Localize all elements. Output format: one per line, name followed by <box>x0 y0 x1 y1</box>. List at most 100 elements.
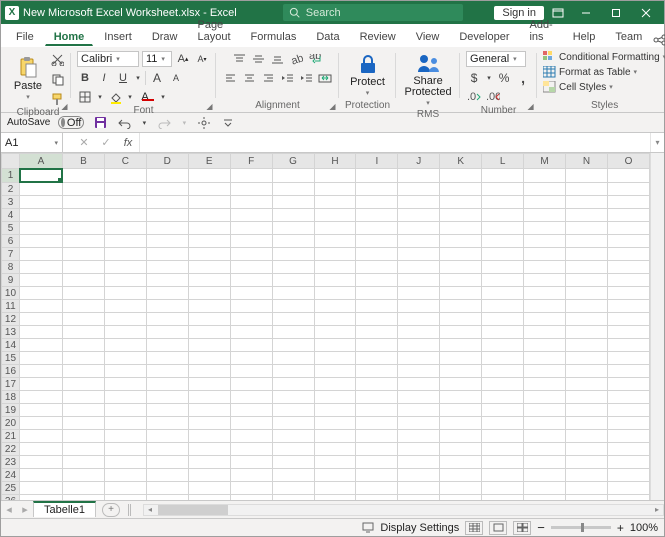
touch-mode-button[interactable] <box>196 115 212 131</box>
cell[interactable] <box>482 469 524 482</box>
cell[interactable] <box>19 430 62 443</box>
cell[interactable] <box>62 169 104 183</box>
cell[interactable] <box>440 313 482 326</box>
align-bottom-button[interactable] <box>270 51 286 67</box>
cell[interactable] <box>398 326 440 339</box>
cell[interactable] <box>566 209 608 222</box>
cell[interactable] <box>188 222 230 235</box>
cell[interactable] <box>19 274 62 287</box>
cell[interactable] <box>104 352 146 365</box>
cell[interactable] <box>524 326 566 339</box>
align-right-button[interactable] <box>260 70 276 86</box>
cell[interactable] <box>566 339 608 352</box>
tab-team[interactable]: Team <box>606 26 651 46</box>
cell[interactable] <box>314 365 356 378</box>
cell[interactable] <box>314 339 356 352</box>
increase-indent-button[interactable] <box>298 70 314 86</box>
cell[interactable] <box>607 196 649 209</box>
cell[interactable] <box>566 430 608 443</box>
cell[interactable] <box>607 274 649 287</box>
cell[interactable] <box>398 352 440 365</box>
cell[interactable] <box>314 456 356 469</box>
cell[interactable] <box>440 391 482 404</box>
cell[interactable] <box>62 430 104 443</box>
cell[interactable] <box>62 261 104 274</box>
cell[interactable] <box>566 378 608 391</box>
cell[interactable] <box>104 274 146 287</box>
row-header[interactable]: 14 <box>2 339 20 352</box>
cell[interactable] <box>62 443 104 456</box>
cell[interactable] <box>607 248 649 261</box>
cell[interactable] <box>398 209 440 222</box>
cell[interactable] <box>440 300 482 313</box>
cell[interactable] <box>566 365 608 378</box>
row-header[interactable]: 26 <box>2 495 20 501</box>
row-header[interactable]: 11 <box>2 300 20 313</box>
cell[interactable] <box>314 378 356 391</box>
cell[interactable] <box>188 495 230 501</box>
cell[interactable] <box>482 352 524 365</box>
row-header[interactable]: 4 <box>2 209 20 222</box>
cell[interactable] <box>524 469 566 482</box>
row-header[interactable]: 22 <box>2 443 20 456</box>
cell[interactable] <box>566 196 608 209</box>
cell[interactable] <box>524 209 566 222</box>
cell[interactable] <box>314 391 356 404</box>
cell[interactable] <box>272 274 314 287</box>
cell[interactable] <box>482 456 524 469</box>
zoom-in-button[interactable]: + <box>617 521 624 535</box>
cell[interactable] <box>314 469 356 482</box>
cell[interactable] <box>104 456 146 469</box>
cell[interactable] <box>356 261 398 274</box>
cell[interactable] <box>272 313 314 326</box>
cell[interactable] <box>230 430 272 443</box>
cell[interactable] <box>314 482 356 495</box>
cell[interactable] <box>482 183 524 196</box>
cell[interactable] <box>607 222 649 235</box>
cell[interactable] <box>524 456 566 469</box>
row-header[interactable]: 19 <box>2 404 20 417</box>
tab-file[interactable]: File <box>7 26 43 46</box>
column-header[interactable]: L <box>482 154 524 169</box>
enter-formula-button[interactable]: ✓ <box>95 133 117 152</box>
cell[interactable] <box>524 391 566 404</box>
name-box[interactable]: A1▾ <box>1 133 63 152</box>
cell[interactable] <box>440 495 482 501</box>
cell[interactable] <box>146 209 188 222</box>
cell[interactable] <box>272 456 314 469</box>
cell[interactable] <box>230 287 272 300</box>
row-header[interactable]: 6 <box>2 235 20 248</box>
cell[interactable] <box>272 339 314 352</box>
cell[interactable] <box>188 209 230 222</box>
cell[interactable] <box>398 169 440 183</box>
cell[interactable] <box>314 300 356 313</box>
share-button[interactable] <box>653 34 665 46</box>
cell[interactable] <box>482 313 524 326</box>
redo-button[interactable] <box>156 115 172 131</box>
cell[interactable] <box>188 430 230 443</box>
cell[interactable] <box>230 222 272 235</box>
row-header[interactable]: 17 <box>2 378 20 391</box>
cell[interactable] <box>146 391 188 404</box>
cell[interactable] <box>398 430 440 443</box>
cell[interactable] <box>566 222 608 235</box>
cell[interactable] <box>566 183 608 196</box>
cell[interactable] <box>398 339 440 352</box>
column-header[interactable]: B <box>62 154 104 169</box>
tab-insert[interactable]: Insert <box>95 26 141 46</box>
cell[interactable] <box>566 300 608 313</box>
cell[interactable] <box>524 482 566 495</box>
dialog-launcher-icon[interactable]: ◢ <box>205 102 214 111</box>
cell[interactable] <box>440 352 482 365</box>
cell[interactable] <box>146 456 188 469</box>
cell[interactable] <box>398 404 440 417</box>
cell[interactable] <box>146 248 188 261</box>
column-header[interactable]: N <box>566 154 608 169</box>
cell[interactable] <box>524 274 566 287</box>
cell[interactable] <box>188 417 230 430</box>
cell[interactable] <box>524 169 566 183</box>
cell[interactable] <box>230 169 272 183</box>
cell[interactable] <box>62 495 104 501</box>
cell[interactable] <box>272 169 314 183</box>
sheet-tab[interactable]: Tabelle1 <box>33 501 96 517</box>
